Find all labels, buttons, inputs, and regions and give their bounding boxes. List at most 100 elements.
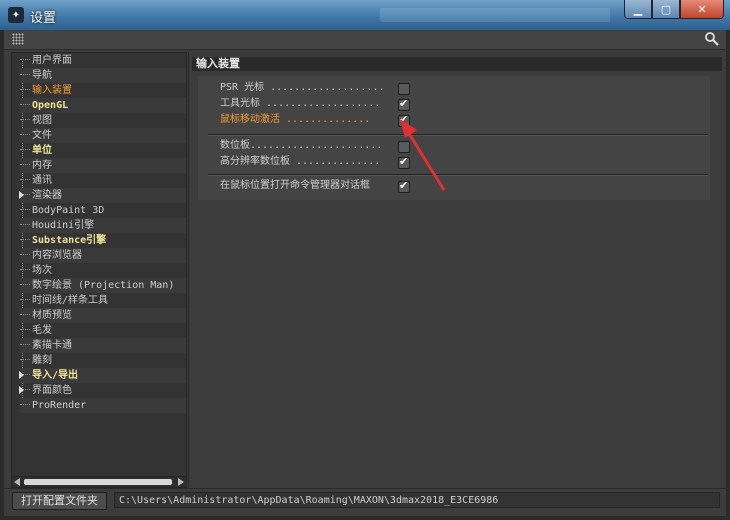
tree-item[interactable]: 素描卡通	[20, 338, 186, 353]
expand-arrow-icon[interactable]	[19, 386, 24, 394]
preference-label: 工具光标 ...................	[220, 98, 381, 109]
tree-connector	[20, 149, 30, 151]
tree-item-label: 场次	[32, 265, 52, 276]
tree-item[interactable]: 毛发	[20, 323, 186, 338]
tree-item-label: 毛发	[32, 325, 52, 336]
divider	[208, 134, 708, 136]
tree-item[interactable]: 数字绘景 (Projection Man)	[20, 278, 186, 293]
tree-connector	[20, 209, 30, 211]
maximize-button[interactable]: ▢	[652, 0, 680, 19]
tree-item[interactable]: 场次	[20, 263, 186, 278]
minimize-icon: ▁	[633, 2, 643, 16]
tree-connector	[20, 299, 30, 301]
tree-item-label: 文件	[32, 130, 52, 141]
tree-item-label: 材质预览	[32, 310, 72, 321]
tree-item[interactable]: 视图	[20, 113, 186, 128]
background-window-ghost	[380, 8, 610, 22]
footer-bar: 打开配置文件夹 C:\Users\Administrator\AppData\R…	[4, 488, 726, 513]
tree-connector	[20, 179, 30, 181]
toolbar	[4, 30, 726, 50]
scroll-right-icon[interactable]	[178, 478, 184, 486]
tree-item-label: BodyPaint 3D	[32, 205, 105, 216]
preference-checkbox[interactable]	[398, 83, 410, 95]
tree-connector	[20, 224, 30, 226]
scroll-left-icon[interactable]	[14, 478, 20, 486]
expand-arrow-icon[interactable]	[19, 191, 24, 199]
tree-connector	[20, 59, 30, 61]
preference-label: 鼠标移动激活 ..............	[220, 114, 371, 125]
tree-item-label: 导入/导出	[32, 370, 79, 381]
preference-label: 高分辨率数位板 ..............	[220, 156, 381, 167]
tree-item[interactable]: OpenGL	[20, 98, 186, 113]
preferences-group: PSR 光标 ................... 工具光标 .........…	[198, 76, 710, 200]
preference-row: 工具光标 ...................	[220, 96, 380, 112]
tree-item[interactable]: 界面颜色	[19, 383, 186, 398]
preference-row: PSR 光标 ...................	[220, 80, 385, 96]
tree-item[interactable]: 导入/导出	[19, 368, 186, 383]
tree-item-label: 输入装置	[32, 85, 72, 96]
preference-row: 在鼠标位置打开命令管理器对话框	[220, 178, 370, 194]
tree-connector	[20, 89, 30, 91]
tree-item[interactable]: 通讯	[20, 173, 186, 188]
tree-item[interactable]: 用户界面	[20, 53, 186, 68]
tree-item[interactable]: 内存	[20, 158, 186, 173]
window-title: 设置	[30, 11, 57, 26]
tree-item[interactable]: Houdini引擎	[20, 218, 186, 233]
tree-connector	[20, 314, 30, 316]
preference-checkbox[interactable]	[398, 155, 410, 169]
tree-item[interactable]: 内容浏览器	[20, 248, 186, 263]
preference-label: 在鼠标位置打开命令管理器对话框	[220, 180, 370, 191]
panel-splitter[interactable]	[188, 52, 189, 488]
preference-checkbox[interactable]	[398, 179, 410, 193]
tree-horizontal-scrollbar[interactable]	[11, 476, 187, 488]
close-button[interactable]: ✕	[680, 0, 724, 19]
tree-connector	[20, 164, 30, 166]
tree-item-label: 时间线/样条工具	[32, 295, 109, 306]
tree-item-label: Houdini引擎	[32, 220, 95, 231]
close-icon: ✕	[697, 2, 707, 16]
preference-checkbox[interactable]	[398, 97, 410, 111]
tree-connector	[20, 134, 30, 136]
tree-item-label: 单位	[32, 145, 52, 156]
tree-item-label: 内存	[32, 160, 52, 171]
search-icon[interactable]	[704, 31, 720, 47]
divider	[208, 174, 708, 176]
tree-item[interactable]: 材质预览	[20, 308, 186, 323]
open-config-folder-button[interactable]: 打开配置文件夹	[12, 492, 107, 510]
tree-item[interactable]: 时间线/样条工具	[20, 293, 186, 308]
preference-label: 数位板......................	[220, 140, 383, 151]
tree-item[interactable]: BodyPaint 3D	[20, 203, 186, 218]
tree-connector	[20, 269, 30, 271]
preference-row: 高分辨率数位板 ..............	[220, 154, 380, 170]
tree-connector	[20, 359, 30, 361]
tree-connector	[20, 119, 30, 121]
tree-item[interactable]: ProRender	[20, 398, 186, 413]
tree-connector	[20, 329, 30, 331]
tree-item-label: 内容浏览器	[32, 250, 82, 261]
config-path-field[interactable]: C:\Users\Administrator\AppData\Roaming\M…	[114, 492, 720, 508]
maximize-icon: ▢	[660, 2, 672, 16]
tree-item[interactable]: Substance引擎	[20, 233, 186, 248]
section-header: 输入装置	[192, 57, 722, 71]
tree-item-label: OpenGL	[32, 100, 69, 111]
tree-item-label: 界面颜色	[32, 385, 72, 396]
tree-item[interactable]: 单位	[20, 143, 186, 158]
tree-item-label: 视图	[32, 115, 52, 126]
tree-connector	[20, 104, 30, 106]
title-bar: ✦ 设置 ▁ ▢ ✕	[0, 0, 730, 30]
preference-checkbox[interactable]	[398, 141, 410, 153]
tree-connector	[20, 404, 30, 406]
tree-item-label: 渲染器	[32, 190, 62, 201]
settings-tree: 用户界面 导航输入装置 OpenGL 视图文件单位内存通讯渲染器 BodyPaint 3…	[11, 52, 187, 477]
preference-checkbox[interactable]	[398, 113, 410, 127]
expand-arrow-icon[interactable]	[19, 371, 24, 379]
tree-connector	[20, 254, 30, 256]
scroll-thumb[interactable]	[24, 479, 172, 485]
minimize-button[interactable]: ▁	[624, 0, 652, 19]
tree-item[interactable]: 导航	[20, 68, 186, 83]
tree-item[interactable]: 雕刻	[20, 353, 186, 368]
tree-item[interactable]: 文件	[20, 128, 186, 143]
tree-item[interactable]: 输入装置	[20, 83, 186, 98]
grip-icon[interactable]	[12, 33, 24, 45]
tree-item[interactable]: 渲染器	[19, 188, 186, 203]
